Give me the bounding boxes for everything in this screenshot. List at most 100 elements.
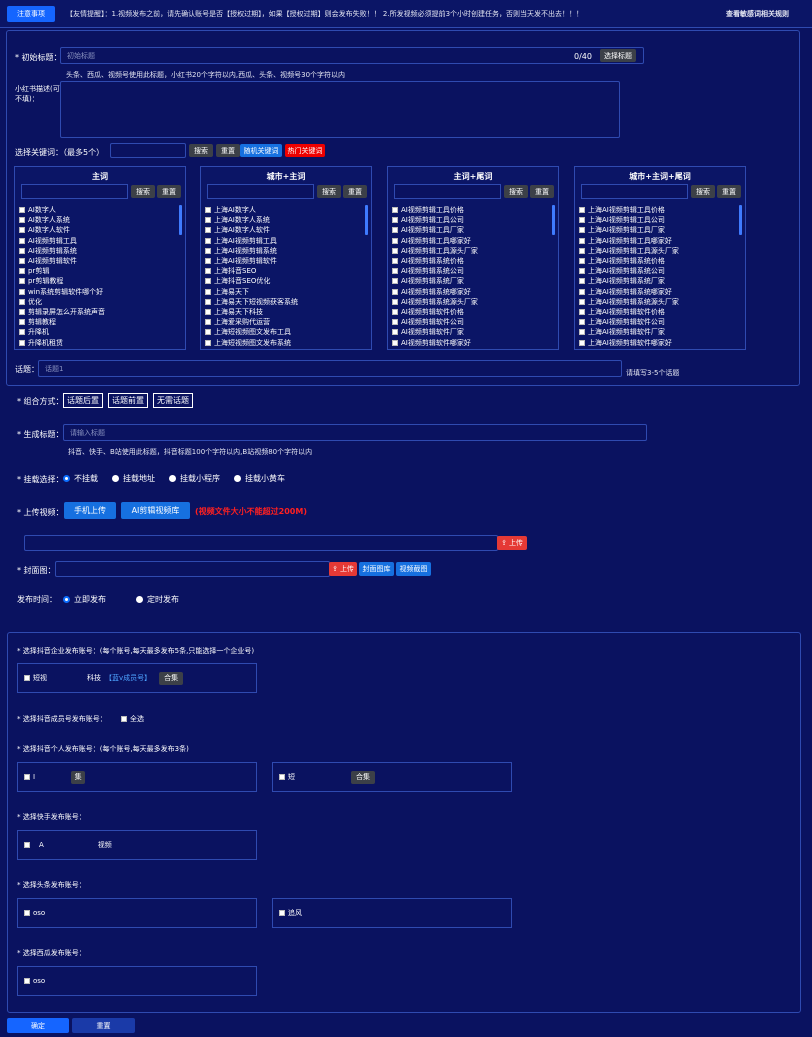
keyword-box-search-input[interactable] <box>581 184 688 199</box>
publish-now-option[interactable]: 立即发布 <box>63 594 106 605</box>
keyword-box-search-button[interactable]: 搜索 <box>691 185 715 198</box>
collection-button[interactable]: 合集 <box>351 770 375 784</box>
checkbox-icon[interactable] <box>205 247 211 254</box>
checkbox-icon[interactable] <box>205 268 211 275</box>
checkbox-icon[interactable] <box>392 217 398 224</box>
checkbox-icon[interactable] <box>579 288 585 295</box>
checkbox-icon[interactable] <box>19 329 25 336</box>
keyword-item[interactable]: AI视频剪辑软件 <box>19 256 181 266</box>
collection-button[interactable]: 集 <box>71 770 86 784</box>
checkbox-icon[interactable] <box>205 339 211 346</box>
checkbox-icon[interactable] <box>579 329 585 336</box>
keyword-item[interactable]: 上海AI数字人系统 <box>205 215 367 225</box>
douyin-personal-account-2[interactable]: 短 合集 <box>272 762 512 792</box>
keyword-item[interactable]: 上海AI视频剪辑工具 <box>205 236 367 246</box>
keyword-item[interactable]: 上海AI视频剪辑工具哪家好 <box>579 236 741 246</box>
mount-option-none[interactable]: 不挂载 <box>63 473 98 484</box>
toutiao-account-1[interactable]: oso <box>17 898 257 928</box>
collection-button[interactable]: 合集 <box>159 671 184 685</box>
checkbox-icon[interactable] <box>205 288 211 295</box>
gen-title-input[interactable]: 请输入标题 <box>63 424 647 441</box>
checkbox-icon[interactable] <box>392 339 398 346</box>
checkbox-icon[interactable] <box>579 278 585 285</box>
douyin-enterprise-account[interactable]: 短视 科技 【蓝v成员号】 合集 <box>17 663 257 693</box>
keyword-item[interactable]: 剪辑录屏怎么开系统声音 <box>19 307 181 317</box>
keyword-item[interactable]: 上海AI视频剪辑软件公司 <box>579 317 741 327</box>
mount-option-cart[interactable]: 挂载小黄车 <box>234 473 285 484</box>
checkbox-icon[interactable] <box>19 258 25 265</box>
keyword-item[interactable]: 上海AI视频剪辑软件价格 <box>579 307 741 317</box>
keyword-list-scrollbar[interactable] <box>552 205 555 235</box>
toutiao-account-2[interactable]: 追风 <box>272 898 512 928</box>
reset-button[interactable]: 重置 <box>72 1018 135 1033</box>
keyword-item[interactable]: pr剪辑教程 <box>19 276 181 286</box>
checkbox-icon[interactable] <box>24 910 30 916</box>
keyword-search-button[interactable]: 搜索 <box>189 144 213 157</box>
checkbox-icon[interactable] <box>205 217 211 224</box>
keyword-search-input[interactable] <box>110 143 186 158</box>
keyword-item[interactable]: AI视频剪辑系统公司 <box>392 266 554 276</box>
checkbox-icon[interactable] <box>205 329 211 336</box>
checkbox-icon[interactable] <box>205 237 211 244</box>
keyword-item[interactable]: AI视频剪辑软件厂家 <box>392 327 554 337</box>
checkbox-icon[interactable] <box>579 227 585 234</box>
keyword-box-search-input[interactable] <box>21 184 128 199</box>
checkbox-icon[interactable] <box>579 207 585 214</box>
keyword-item[interactable]: 上海AI视频剪辑软件 <box>205 256 367 266</box>
keyword-item[interactable]: AI视频剪辑软件哪家好 <box>392 337 554 347</box>
checkbox-icon[interactable] <box>392 288 398 295</box>
keyword-item[interactable]: 上海AI数字人软件 <box>205 225 367 235</box>
initial-title-input[interactable]: 初始标题 <box>60 47 644 64</box>
checkbox-icon[interactable] <box>579 339 585 346</box>
cover-path-input[interactable] <box>55 561 330 577</box>
keyword-item[interactable]: win系统剪辑软件哪个好 <box>19 287 181 297</box>
checkbox-icon[interactable] <box>392 268 398 275</box>
keyword-box-search-button[interactable]: 搜索 <box>131 185 155 198</box>
keyword-item[interactable]: AI视频剪辑系统 <box>19 246 181 256</box>
keyword-item[interactable]: 上海AI视频剪辑软件厂家 <box>579 327 741 337</box>
keyword-item[interactable]: 上海易天下科技 <box>205 307 367 317</box>
keyword-item[interactable]: AI数字人 <box>19 205 181 215</box>
keyword-item[interactable]: AI视频剪辑工具源头厂家 <box>392 246 554 256</box>
mount-option-miniprogram[interactable]: 挂载小程序 <box>169 473 220 484</box>
mount-option-address[interactable]: 挂载地址 <box>112 473 155 484</box>
checkbox-icon[interactable] <box>579 308 585 315</box>
checkbox-icon[interactable] <box>579 298 585 305</box>
combo-option-suffix[interactable]: 话题后置 <box>63 393 103 408</box>
keyword-box-search-input[interactable] <box>207 184 314 199</box>
video-capture-button[interactable]: 视频截图 <box>396 562 431 576</box>
checkbox-icon[interactable] <box>392 258 398 265</box>
checkbox-icon[interactable] <box>392 207 398 214</box>
phone-upload-button[interactable]: 手机上传 <box>64 502 116 519</box>
keyword-item[interactable]: AI视频剪辑工具 <box>19 236 181 246</box>
keyword-item[interactable]: 优化 <box>19 297 181 307</box>
keyword-reset-button[interactable]: 重置 <box>216 144 240 157</box>
keyword-item[interactable]: AI视频剪辑工具厂家 <box>392 225 554 235</box>
checkbox-icon[interactable] <box>205 308 211 315</box>
checkbox-icon[interactable] <box>19 308 25 315</box>
keyword-item[interactable]: 上海抖音SEO <box>205 266 367 276</box>
hot-keyword-button[interactable]: 热门关键词 <box>285 144 325 157</box>
checkbox-icon[interactable] <box>392 298 398 305</box>
checkbox-icon[interactable] <box>19 278 25 285</box>
keyword-item[interactable]: 升降机租赁 <box>19 337 181 347</box>
combo-option-prefix[interactable]: 话题前置 <box>108 393 148 408</box>
keyword-item[interactable]: 上海AI视频剪辑软件哪家好 <box>579 337 741 347</box>
keyword-item[interactable]: 上海短视频图文发布工具 <box>205 327 367 337</box>
checkbox-icon[interactable] <box>579 319 585 326</box>
checkbox-icon[interactable] <box>24 842 30 848</box>
keyword-list-scrollbar[interactable] <box>179 205 182 235</box>
keyword-item[interactable]: AI视频剪辑工具价格 <box>392 205 554 215</box>
xhs-desc-textarea[interactable] <box>60 81 620 138</box>
select-all[interactable]: 全选 <box>121 714 144 724</box>
kuaishou-account[interactable]: A 视频 <box>17 830 257 860</box>
checkbox-icon[interactable] <box>579 237 585 244</box>
keyword-item[interactable]: 上海AI视频剪辑工具价格 <box>579 205 741 215</box>
checkbox-icon[interactable] <box>121 716 127 722</box>
checkbox-icon[interactable] <box>205 319 211 326</box>
topic-input[interactable]: 话题1 <box>38 360 622 377</box>
cover-library-button[interactable]: 封面图库 <box>359 562 394 576</box>
cover-upload-button[interactable]: ⇪ 上传 <box>329 562 357 576</box>
checkbox-icon[interactable] <box>24 675 30 681</box>
keyword-item[interactable]: AI数字人系统 <box>19 215 181 225</box>
